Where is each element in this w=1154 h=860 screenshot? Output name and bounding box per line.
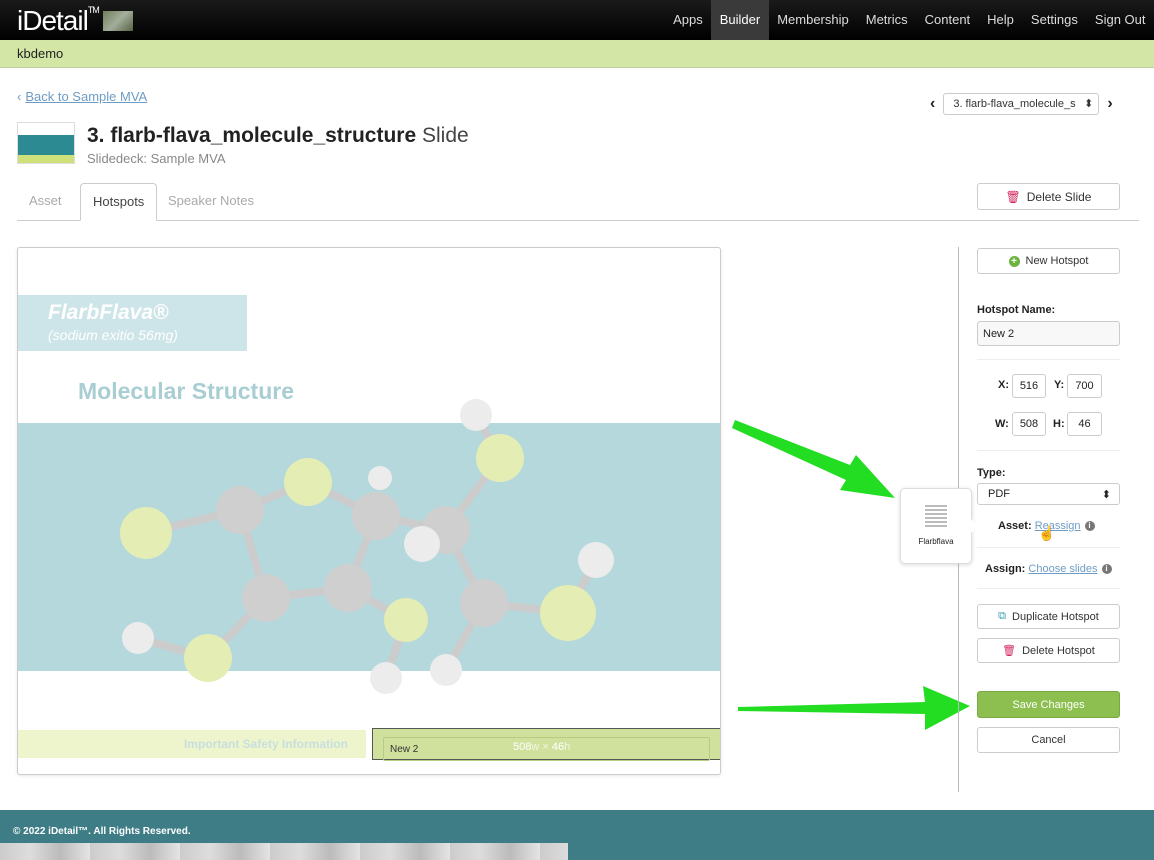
slidedeck-subtitle: Slidedeck: Sample MVA (87, 151, 226, 166)
tab-asset[interactable]: Asset (17, 183, 74, 221)
w-input[interactable]: 508 (1012, 412, 1046, 436)
delete-hotspot-button[interactable]: 🗑 Delete Hotspot (977, 638, 1120, 663)
trash-icon: 🗑 (1005, 189, 1021, 204)
slide-canvas[interactable]: FlarbFlava® (sodium exitio 56mg) Molecul… (17, 247, 721, 775)
slide-thumbnail (17, 122, 75, 164)
back-link[interactable]: Back to Sample MVA (25, 89, 147, 104)
nav-builder[interactable]: Builder (711, 0, 769, 40)
duplicate-hotspot-button[interactable]: ⧉ Duplicate Hotspot (977, 604, 1120, 629)
isi-text: Important Safety Information (183, 737, 348, 751)
main-nav: Apps Builder Membership Metrics Content … (665, 0, 1154, 40)
y-input[interactable]: 700 (1067, 374, 1102, 398)
hand-cursor-icon: ☝ (1038, 525, 1056, 541)
h-input[interactable]: 46 (1067, 412, 1102, 436)
assign-row: Assign: Choose slides i (985, 563, 1112, 575)
tab-hotspots[interactable]: Hotspots (80, 183, 158, 221)
select-arrows-icon: ⬍ (1101, 488, 1111, 501)
y-label: Y: (1054, 379, 1065, 391)
hotspot-name-label: Hotspot Name: (977, 304, 1056, 316)
nav-help[interactable]: Help (979, 0, 1023, 40)
slide-suffix: Slide (422, 124, 469, 147)
duplicate-label: Duplicate Hotspot (1012, 610, 1099, 623)
page-title: 3. flarb-flava_molecule_structure Slide (87, 124, 469, 148)
tab-speaker-notes[interactable]: Speaker Notes (156, 183, 266, 221)
asset-popover: Flarbflava (900, 488, 978, 564)
slide-pager: ‹ 3. flarb-flava_molecule_s › (930, 93, 1113, 115)
user-bar: kbdemo (0, 40, 1154, 68)
type-value: PDF (988, 488, 1010, 500)
choose-slides-link[interactable]: Choose slides (1028, 563, 1097, 575)
pdf-thumbnail-icon (925, 505, 947, 529)
save-changes-button[interactable]: Save Changes (977, 691, 1120, 718)
info-icon[interactable]: i (1084, 521, 1095, 532)
divider (977, 547, 1120, 548)
slide-number: 3. (87, 124, 105, 147)
delete-hotspot-label: Delete Hotspot (1022, 644, 1095, 657)
divider (977, 588, 1120, 589)
divider (977, 450, 1120, 451)
x-label: X: (998, 379, 1009, 391)
w-label: W: (995, 418, 1009, 430)
logo-mark-icon (103, 11, 133, 31)
divider (977, 359, 1120, 360)
nav-apps[interactable]: Apps (665, 0, 712, 40)
logo-tm: TM (87, 5, 100, 15)
hotspot-box[interactable]: New 2 508w × 46h (372, 728, 720, 761)
copyright: © 2022 iDetail™. All Rights Reserved. (13, 826, 191, 837)
green-arrow-icon (732, 420, 895, 498)
slide-name: flarb-flava_molecule_structure (110, 124, 417, 147)
nav-membership[interactable]: Membership (769, 0, 858, 40)
molecule-illustration (120, 399, 614, 694)
delete-slide-label: Delete Slide (1026, 189, 1092, 204)
hotspot-size: 508w × 46h (513, 741, 571, 753)
delete-slide-button[interactable]: 🗑 Delete Slide (977, 183, 1120, 210)
nav-settings[interactable]: Settings (1022, 0, 1086, 40)
h-label: H: (1053, 418, 1065, 430)
new-hotspot-label: New Hotspot (1025, 255, 1089, 267)
logo[interactable]: iDetailTM (17, 5, 100, 37)
cancel-button[interactable]: Cancel (977, 727, 1120, 753)
plus-circle-icon: + (1008, 255, 1020, 267)
blurred-region (0, 843, 568, 860)
new-hotspot-button[interactable]: + New Hotspot (977, 248, 1120, 274)
chevron-left-icon: ‹ (17, 89, 22, 104)
type-select[interactable]: PDF ⬍ (977, 483, 1120, 505)
top-nav-bar: iDetailTM Apps Builder Membership Metric… (0, 0, 1154, 40)
nav-metrics[interactable]: Metrics (857, 0, 916, 40)
logo-text: iDetail (17, 5, 89, 36)
nav-sign-out[interactable]: Sign Out (1086, 0, 1154, 40)
hotspot-name-input[interactable]: New 2 (977, 321, 1120, 346)
hotspot-label: New 2 (390, 744, 419, 755)
green-arrow-icon (738, 686, 970, 730)
prev-slide-icon[interactable]: ‹ (930, 95, 935, 113)
tab-bar: Asset Hotspots Speaker Notes (17, 183, 1139, 221)
trash-icon: 🗑 (1002, 645, 1017, 657)
breadcrumb: ‹ Back to Sample MVA (17, 89, 147, 104)
slide-select[interactable]: 3. flarb-flava_molecule_s (943, 93, 1100, 115)
info-icon[interactable]: i (1101, 564, 1112, 575)
isi-band: Important Safety Information (18, 730, 366, 758)
type-label: Type: (977, 467, 1006, 479)
asset-name: Flarbflava (918, 537, 954, 546)
duplicate-icon: ⧉ (998, 610, 1007, 622)
nav-content[interactable]: Content (916, 0, 979, 40)
next-slide-icon[interactable]: › (1107, 95, 1112, 113)
x-input[interactable]: 516 (1012, 374, 1046, 398)
